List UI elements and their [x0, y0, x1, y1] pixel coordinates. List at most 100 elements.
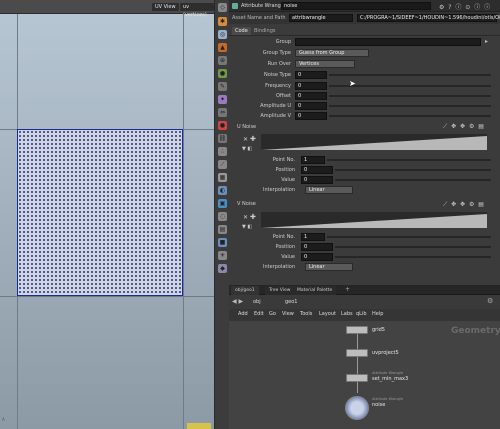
node-uvproject5[interactable] [346, 349, 368, 357]
network-path-bar: ◀ ▶ obj geo1 ⚙ [229, 295, 500, 309]
path-geo[interactable]: geo1 [285, 299, 298, 305]
amplitude-v-field[interactable]: 0 [295, 112, 327, 120]
asset-name-field[interactable]: attribwrangle [289, 14, 353, 22]
u-noise-menu-icon[interactable]: ▼ ◧ [242, 146, 252, 152]
menu-qlib[interactable]: qLib [356, 311, 367, 317]
u-noise-ramp[interactable] [261, 134, 487, 150]
camera-icon[interactable]: ■ [218, 238, 227, 247]
noise-type-field[interactable]: 0 [295, 71, 327, 79]
snap-icon[interactable]: ⊕ [218, 56, 227, 65]
tab-bindings[interactable]: Bindings [251, 27, 279, 35]
u-interp-select[interactable]: Linear [305, 186, 353, 194]
u-value-field[interactable]: 0 [301, 176, 333, 184]
shading-icon[interactable]: ◐ [218, 186, 227, 195]
tab-code[interactable]: Code [232, 27, 251, 35]
asset-path-field[interactable]: C:/PROGRA~1/SIDEEF~1/HOUDIN~1.596/houdin… [357, 14, 500, 22]
path-obj[interactable]: obj [253, 299, 261, 305]
v-interp-select[interactable]: Linear [305, 263, 353, 271]
v-value-field[interactable]: 0 [301, 253, 333, 261]
v-point-field[interactable]: 1 [301, 233, 325, 241]
geo-icon[interactable]: ● [218, 69, 227, 78]
tab-material-palette[interactable]: Material Palette [293, 286, 337, 295]
u-noise-ramp-tools[interactable]: ⟋ ✥ ✥ ⚙ ▤ [443, 123, 485, 131]
u-point-field[interactable]: 1 [301, 156, 325, 164]
network-canvas[interactable]: Geometry grid5 uvproject5 Attribute Wran… [229, 321, 500, 429]
mirror-icon[interactable]: ⇔ [218, 108, 227, 117]
brush-icon[interactable]: ✦ [218, 95, 227, 104]
node-set-min-max3[interactable] [346, 374, 368, 382]
v-noise-menu-icon[interactable]: ▼ ◧ [242, 224, 252, 230]
v-position-field[interactable]: 0 [301, 243, 333, 251]
record-icon[interactable]: ● [218, 121, 227, 130]
group-arrow-icon[interactable]: ▸ [485, 38, 488, 45]
u-point-slider[interactable] [327, 159, 491, 161]
panel-header-icons[interactable]: ⚙ ? ⓘ ⊙ ⓘ ⓘ [439, 2, 491, 11]
uv-view-button[interactable]: UV View [152, 3, 179, 11]
ghost-icon[interactable]: ◌ [218, 212, 227, 221]
menu-tools[interactable]: Tools [300, 311, 312, 317]
vertex-icon[interactable]: ∴ [218, 147, 227, 156]
face-icon[interactable]: ▦ [218, 173, 227, 182]
menu-add[interactable]: Add [238, 311, 248, 317]
tab-obj-geo1[interactable]: obj/geo1 [231, 286, 259, 295]
u-position-field[interactable]: 0 [301, 166, 333, 174]
node-noise-label: noise [372, 402, 386, 408]
node-noise[interactable] [345, 396, 369, 420]
offset-slider[interactable] [329, 95, 491, 97]
asset-path-row: Asset Name and Path attribwrangle C:/PRO… [229, 12, 500, 24]
offset-field[interactable]: 0 [295, 92, 327, 100]
add-tab-icon[interactable]: + [345, 286, 350, 293]
v-position-slider[interactable] [335, 246, 491, 248]
network-menu-bar: Add Edit Go View Tools Layout Labs qLib … [229, 309, 500, 321]
run-over-select[interactable]: Vertices [295, 60, 355, 68]
viewport[interactable]: UV View uv (vertices) A [0, 0, 214, 429]
grid-icon[interactable]: ▤ [218, 225, 227, 234]
amplitude-u-field[interactable]: 0 [295, 102, 327, 110]
corner-label: A [2, 417, 5, 422]
nav-arrows-icon[interactable]: ◀ ▶ [232, 298, 243, 305]
group-label: Group [275, 39, 291, 45]
u-point-label: Point No. [272, 157, 295, 163]
view-icon[interactable]: ◎ [218, 30, 227, 39]
uv-attribute-button[interactable]: uv (vertices) [180, 3, 214, 18]
edit-icon[interactable]: ✎ [218, 82, 227, 91]
u-value-slider[interactable] [335, 179, 491, 181]
v-noise-ramp-tools[interactable]: ⟋ ✥ ✥ ⚙ ▤ [443, 201, 485, 209]
amplitude-v-slider[interactable] [329, 115, 491, 117]
menu-layout[interactable]: Layout [319, 311, 336, 317]
v-point-slider[interactable] [327, 236, 491, 238]
viewport-toolbar: ◇ ✱ ◎ ▲ ⊕ ● ✎ ✦ ⇔ ● ⛓ ∴ ⟋ ▦ ◐ ▣ ◌ ▤ ■ ☀ … [214, 0, 229, 429]
pose-icon[interactable]: ▲ [218, 43, 227, 52]
v-value-slider[interactable] [335, 256, 491, 258]
node-grid5[interactable] [346, 326, 368, 334]
edge-icon[interactable]: ⟋ [218, 160, 227, 169]
u-position-slider[interactable] [335, 169, 491, 171]
menu-view[interactable]: View [282, 311, 294, 317]
light-icon[interactable]: ☀ [218, 251, 227, 260]
u-noise-add-icon[interactable]: ✚ [250, 135, 256, 143]
link-icon[interactable]: ⛓ [218, 134, 227, 143]
select-icon[interactable]: ◇ [218, 3, 227, 12]
u-noise-remove-icon[interactable]: ✕ [243, 136, 248, 143]
v-noise-ramp[interactable] [261, 212, 487, 228]
tab-tree-view[interactable]: Tree View [265, 286, 295, 295]
node-set-min-max3-type: Attribute Wrangle [372, 371, 404, 375]
node-name-field[interactable]: noise [281, 2, 431, 10]
shield-icon[interactable]: ◆ [218, 264, 227, 273]
group-field[interactable] [295, 38, 481, 46]
menu-go[interactable]: Go [269, 311, 276, 317]
menu-labs[interactable]: Labs [341, 311, 353, 317]
frequency-field[interactable]: 0 [295, 82, 327, 90]
group-type-select[interactable]: Guess from Group [295, 49, 369, 57]
menu-edit[interactable]: Edit [254, 311, 264, 317]
pin-icon[interactable]: ⚙ [487, 297, 493, 305]
amplitude-u-slider[interactable] [329, 105, 491, 107]
menu-help[interactable]: Help [372, 311, 383, 317]
uv-boundary-line [183, 14, 184, 429]
handle-icon[interactable]: ✱ [218, 17, 227, 26]
v-noise-remove-icon[interactable]: ✕ [243, 214, 248, 221]
v-noise-add-icon[interactable]: ✚ [250, 213, 256, 221]
noise-type-slider[interactable] [329, 74, 491, 76]
amplitude-v-label: Amplitude V [260, 113, 291, 119]
display-icon[interactable]: ▣ [218, 199, 227, 208]
